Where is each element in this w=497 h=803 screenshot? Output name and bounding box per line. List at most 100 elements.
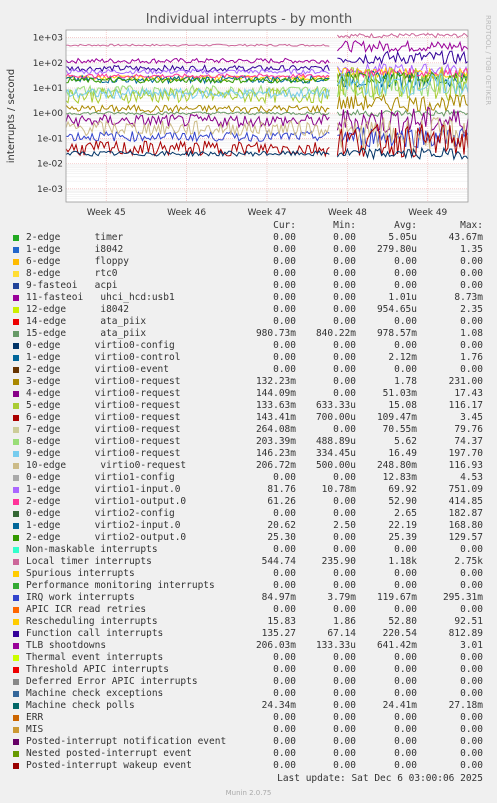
legend-cur: 0.00 — [273, 688, 296, 699]
legend-row: Local timer interrupts 544.74 235.90 1.18k 2… — [0, 556, 497, 568]
legend-row: IRQ work interrupts 84.97m 3.79m 119.67m 295… — [0, 592, 497, 604]
legend-row: Performance monitoring interrupts 0.00 0.0… — [0, 580, 497, 592]
legend-max: 0.00 — [460, 316, 483, 327]
legend-avg: 1.18k — [388, 556, 417, 567]
legend-cur: 0.00 — [273, 280, 296, 291]
legend-avg: 0.00 — [394, 736, 417, 747]
legend-swatch — [13, 547, 19, 553]
legend-row: Spurious interrupts 0.00 0.00 0.00 0.00 — [0, 568, 497, 580]
legend-name: 6-edge floppy — [26, 256, 129, 267]
legend-name: 7-edge virtio0-request — [26, 424, 181, 435]
legend-rows: 2-edge timer 0.00 0.00 5.05u 43.67m 1-edge i8… — [0, 232, 497, 772]
legend-avg: 16.49 — [388, 448, 417, 459]
legend-min: 0.00 — [333, 580, 356, 591]
legend-row: Posted-interrupt notification event 0.00 0… — [0, 736, 497, 748]
legend-row: 0-edge virtio0-config 0.00 0.00 0.00 0.00 — [0, 340, 497, 352]
legend-row: Function call interrupts 135.27 67.14 220.5… — [0, 628, 497, 640]
legend-max: 79.76 — [454, 424, 483, 435]
legend-swatch — [13, 475, 19, 481]
legend-min: 0.00 — [333, 376, 356, 387]
legend-name: 9-edge virtio0-request — [26, 448, 181, 459]
legend-max: 116.93 — [448, 460, 483, 471]
legend-avg: 0.00 — [394, 676, 417, 687]
legend-min: 0.00 — [333, 280, 356, 291]
legend-max: 0.00 — [460, 580, 483, 591]
legend-min: 633.33u — [315, 400, 356, 411]
legend-cur: 0.00 — [273, 748, 296, 759]
legend-cur: 0.00 — [273, 676, 296, 687]
legend-name: 0-edge virtio1-config — [26, 472, 175, 483]
legend-avg: 2.12m — [388, 352, 417, 363]
legend-min: 0.00 — [333, 256, 356, 267]
legend-row: 1-edge virtio2-input.0 20.62 2.50 22.19 168.… — [0, 520, 497, 532]
legend-cur: 20.62 — [267, 520, 296, 531]
legend-swatch — [13, 727, 19, 733]
legend-name: Machine check polls — [26, 700, 135, 711]
legend-max: 0.00 — [460, 664, 483, 675]
legend-row: 2-edge virtio0-event 0.00 0.00 0.00 0.00 — [0, 364, 497, 376]
legend-min: 0.00 — [333, 544, 356, 555]
legend-cur: 0.00 — [273, 604, 296, 615]
legend-row: Machine check exceptions 0.00 0.00 0.00 0.00 — [0, 688, 497, 700]
legend-max: 0.00 — [460, 268, 483, 279]
legend-min: 67.14 — [327, 628, 356, 639]
legend-swatch — [13, 259, 19, 265]
legend-avg: 0.00 — [394, 280, 417, 291]
legend-avg: 69.92 — [388, 484, 417, 495]
legend: Cur: Min: Avg: Max: 2-edge timer 0.00 0.00… — [0, 220, 497, 772]
legend-min: 133.33u — [315, 640, 356, 651]
legend-min: 700.00u — [315, 412, 356, 423]
last-update: Last update: Sat Dec 6 03:00:06 2025 — [277, 773, 483, 784]
legend-max: 0.00 — [460, 652, 483, 663]
legend-cur: 143.41m — [255, 412, 296, 423]
legend-avg: 1.78 — [394, 376, 417, 387]
legend-min: 0.00 — [333, 736, 356, 747]
legend-swatch — [13, 619, 19, 625]
legend-name: Performance monitoring interrupts — [26, 580, 215, 591]
legend-name: TLB shootdowns — [26, 640, 107, 651]
legend-name: 3-edge virtio0-request — [26, 376, 181, 387]
legend-cur: 0.00 — [273, 712, 296, 723]
legend-swatch — [13, 643, 19, 649]
legend-swatch — [13, 739, 19, 745]
legend-name: Posted-interrupt wakeup event — [26, 760, 192, 771]
legend-name: 11-fasteoi uhci_hcd:usb1 — [26, 292, 175, 303]
legend-name: 9-fasteoi acpi — [26, 280, 118, 291]
rrdtool-label: RRDTOOL / TOBI OETIKER — [484, 15, 492, 105]
legend-avg: 109.47m — [376, 412, 417, 423]
y-tick-label: 1e+02 — [33, 59, 63, 69]
legend-avg: 0.00 — [394, 544, 417, 555]
legend-max: 0.00 — [460, 760, 483, 771]
legend-max: 414.85 — [448, 496, 483, 507]
legend-max: 17.43 — [454, 388, 483, 399]
legend-min: 0.00 — [333, 304, 356, 315]
legend-cur: 135.27 — [261, 628, 296, 639]
legend-row: 1-edge virtio0-control 0.00 0.00 2.12m 1.76 — [0, 352, 497, 364]
legend-min: 0.00 — [333, 496, 356, 507]
legend-row: 6-edge floppy 0.00 0.00 0.00 0.00 — [0, 256, 497, 268]
legend-max: 8.73m — [454, 292, 483, 303]
legend-name: Rescheduling interrupts — [26, 616, 158, 627]
legend-cur: 544.74 — [261, 556, 296, 567]
legend-name: 2-edge virtio2-output.0 — [26, 532, 187, 543]
legend-avg: 15.08 — [388, 400, 417, 411]
chart: Individual interrupts - by month RRDTOOL… — [6, 12, 492, 218]
legend-row: 1-edge i8042 0.00 0.00 279.80u 1.35 — [0, 244, 497, 256]
legend-swatch — [13, 487, 19, 493]
legend-cur: 0.00 — [273, 724, 296, 735]
legend-avg: 0.00 — [394, 256, 417, 267]
legend-row: 2-edge virtio2-output.0 25.30 0.00 25.39 129… — [0, 532, 497, 544]
legend-name: Thermal event interrupts — [26, 652, 164, 663]
legend-swatch — [13, 367, 19, 373]
legend-max: 0.00 — [460, 676, 483, 687]
x-tick-label: Week 47 — [248, 208, 287, 218]
legend-swatch — [13, 631, 19, 637]
legend-max: 0.00 — [460, 688, 483, 699]
legend-name: Machine check exceptions — [26, 688, 164, 699]
legend-cur: 0.00 — [273, 580, 296, 591]
legend-swatch — [13, 451, 19, 457]
legend-min: 840.22m — [315, 328, 356, 339]
legend-cur: 0.00 — [273, 292, 296, 303]
legend-swatch — [13, 535, 19, 541]
legend-avg: 0.00 — [394, 340, 417, 351]
